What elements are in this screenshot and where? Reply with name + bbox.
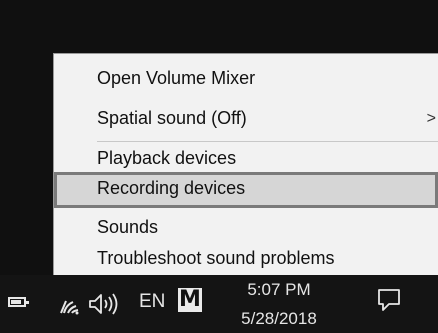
clock-date: 5/28/2018 — [241, 309, 317, 328]
menu-item-label: Troubleshoot sound problems — [97, 248, 335, 268]
menu-item-label: Open Volume Mixer — [97, 68, 256, 88]
menu-item-label: Playback devices — [97, 148, 237, 168]
menu-item-spatial-sound[interactable]: Spatial sound (Off) > — [54, 102, 438, 135]
menu-item-label: Recording devices — [97, 178, 246, 198]
menu-item-playback-devices[interactable]: Playback devices — [54, 142, 438, 175]
menu-item-recording-devices[interactable]: Recording devices — [54, 172, 438, 208]
menu-item-label: Sounds — [97, 217, 159, 237]
taskbar-clock[interactable]: 5:07 PM 5/28/2018 — [234, 277, 324, 332]
action-center-icon[interactable] — [377, 288, 401, 312]
ime-indicator[interactable]: M — [178, 288, 202, 312]
menu-item-sounds[interactable]: Sounds — [54, 211, 438, 244]
battery-icon[interactable] — [8, 297, 29, 307]
sound-context-menu: Open Volume Mixer Spatial sound (Off) > … — [53, 53, 438, 275]
chevron-right-icon: > — [426, 110, 436, 127]
volume-icon[interactable] — [88, 292, 122, 316]
clock-time: 5:07 PM — [247, 280, 311, 299]
language-indicator[interactable]: EN — [139, 291, 165, 313]
wifi-icon[interactable] — [58, 293, 84, 315]
menu-item-label: Spatial sound (Off) — [97, 108, 247, 128]
taskbar: EN M 5:07 PM 5/28/2018 — [0, 275, 438, 333]
menu-item-troubleshoot[interactable]: Troubleshoot sound problems — [54, 242, 438, 275]
menu-item-open-volume-mixer[interactable]: Open Volume Mixer — [54, 62, 438, 95]
